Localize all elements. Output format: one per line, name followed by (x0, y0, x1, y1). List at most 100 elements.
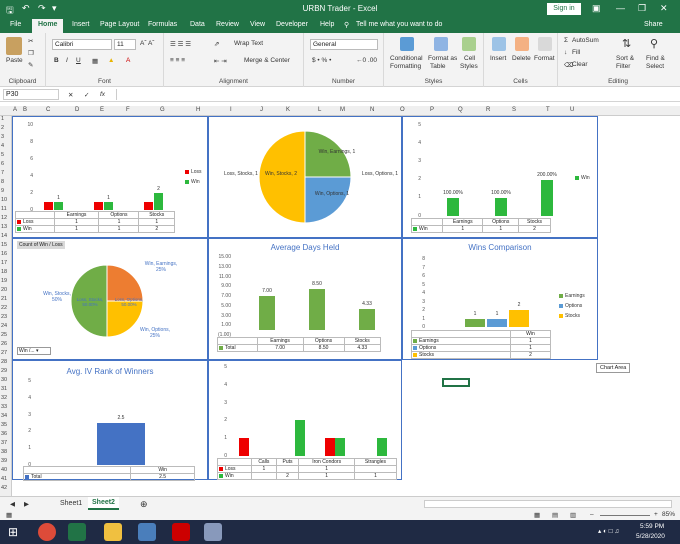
row-header[interactable]: 33 (1, 404, 7, 410)
row-header[interactable]: 36 (1, 431, 7, 437)
grow-font-icon[interactable]: Aˆ Aˇ (140, 40, 154, 47)
fx-icon[interactable]: fx (100, 91, 105, 98)
zoom-in-icon[interactable]: + (654, 511, 658, 518)
fill-icon[interactable]: ↓ (564, 49, 567, 56)
row-header[interactable]: 31 (1, 386, 7, 392)
format-cells-icon[interactable] (538, 37, 552, 51)
align-left-icon[interactable]: ≡ ≡ ≡ (170, 57, 185, 64)
column-header[interactable]: O (400, 107, 405, 113)
wrap-text-button[interactable]: Wrap Text (234, 40, 263, 47)
format-painter-icon[interactable]: ✎ (28, 61, 33, 69)
underline-button[interactable]: U (76, 57, 81, 64)
chart-avg-iv-rank[interactable]: Avg. IV Rank of Winners Win Total 2.5 5 4 3… (12, 360, 208, 481)
italic-button[interactable]: I (66, 57, 68, 64)
sort-filter-button[interactable]: Sort & (616, 55, 634, 62)
tab-data[interactable]: Data (190, 21, 205, 28)
find-select-button[interactable]: Find & (646, 55, 665, 62)
row-header[interactable]: 25 (1, 332, 7, 338)
cell-styles-button-line2[interactable]: Styles (460, 63, 478, 70)
bold-button[interactable]: B (54, 57, 59, 64)
app2-taskbar-icon[interactable] (204, 523, 222, 541)
row-header[interactable]: 17 (1, 260, 7, 266)
row-header[interactable]: 27 (1, 350, 7, 356)
insert-cells-button[interactable]: Insert (490, 55, 506, 62)
autosum-icon[interactable]: Σ (564, 37, 568, 44)
conditional-formatting-button[interactable]: Conditional (390, 55, 423, 62)
share-button[interactable]: Share (644, 21, 663, 28)
row-header[interactable]: 11 (1, 206, 7, 212)
currency-icon[interactable]: $ • % • (312, 57, 331, 64)
page-layout-view-icon[interactable]: ▤ (552, 511, 558, 519)
row-header[interactable]: 24 (1, 323, 7, 329)
conditional-formatting-icon[interactable] (400, 37, 414, 51)
delete-cells-icon[interactable] (515, 37, 529, 51)
column-header[interactable]: A (13, 107, 17, 113)
worksheet-grid[interactable]: 10 8 6 4 2 0 Loss Win Earnings Options Sto… (12, 116, 668, 496)
restore-icon[interactable]: ❐ (638, 3, 646, 14)
align-top-icon[interactable]: ☰ ☰ ☰ (170, 40, 191, 48)
column-header[interactable]: U (570, 107, 574, 113)
borders-icon[interactable]: ▦ (92, 57, 98, 65)
row-header[interactable]: 34 (1, 413, 7, 419)
number-format-select[interactable]: General (310, 39, 378, 50)
column-header[interactable]: I (230, 107, 232, 113)
clear-button[interactable]: Clear (572, 61, 588, 68)
paste-icon[interactable] (6, 37, 22, 55)
excel-taskbar-icon[interactable] (68, 523, 86, 541)
row-header[interactable]: 32 (1, 395, 7, 401)
add-sheet-icon[interactable]: ⊕ (140, 499, 148, 510)
indent-icon[interactable]: ⇤ ⇥ (214, 57, 227, 65)
row-header[interactable]: 18 (1, 269, 7, 275)
formula-input[interactable] (116, 89, 672, 100)
row-header[interactable]: 13 (1, 224, 7, 230)
format-as-table-button[interactable]: Format as (428, 55, 457, 62)
sheet-tab-sheet1[interactable]: Sheet1 (60, 500, 82, 507)
column-header[interactable]: F (126, 107, 130, 113)
row-header[interactable]: 6 (1, 161, 4, 167)
column-header[interactable]: K (286, 107, 290, 113)
horizontal-scrollbar[interactable] (424, 500, 672, 508)
tab-help[interactable]: Help (320, 21, 334, 28)
row-header[interactable]: 26 (1, 341, 7, 347)
row-header[interactable]: 1 (1, 116, 4, 122)
row-header[interactable]: 20 (1, 287, 7, 293)
scroll-right-icon[interactable]: ▶ (24, 500, 29, 508)
find-select-icon[interactable]: ⚲ (650, 37, 658, 50)
delete-cells-button[interactable]: Delete (512, 55, 531, 62)
chart-wins-comparison[interactable]: Wins Comparison Earnings Options Stocks … (402, 238, 598, 360)
chart-pivot-pie[interactable]: Count of Win / Loss Win, Earnings, 25% W… (12, 238, 208, 360)
system-tray-icons[interactable]: ▴ ◐ □ ♫ (598, 527, 619, 535)
ribbon-display-icon[interactable]: ▣ (592, 3, 601, 14)
chart-win-loss-by-type[interactable]: 10 8 6 4 2 0 Loss Win Earnings Options Sto… (12, 116, 208, 238)
row-header[interactable]: 41 (1, 476, 7, 482)
sort-filter-button-line2[interactable]: Filter (616, 63, 630, 70)
font-name-select[interactable]: Calibri (52, 39, 112, 50)
fill-button[interactable]: Fill (572, 49, 580, 56)
row-header[interactable]: 16 (1, 251, 7, 257)
name-box[interactable]: P30 (3, 89, 59, 100)
column-header[interactable]: B (23, 107, 27, 113)
scroll-left-icon[interactable]: ◀ (10, 500, 15, 508)
column-header[interactable]: T (546, 107, 550, 113)
row-header[interactable]: 23 (1, 314, 7, 320)
column-header[interactable]: J (260, 107, 263, 113)
row-header[interactable]: 38 (1, 449, 7, 455)
format-as-table-button-line2[interactable]: Table (430, 63, 446, 70)
column-header[interactable]: H (196, 107, 200, 113)
row-header[interactable]: 19 (1, 278, 7, 284)
font-size-select[interactable]: 11 (114, 39, 136, 50)
row-header[interactable]: 15 (1, 242, 7, 248)
acrobat-icon[interactable] (172, 523, 190, 541)
cell-styles-button[interactable]: Cell (464, 55, 475, 62)
merge-center-button[interactable]: Merge & Center (244, 57, 290, 64)
paste-button[interactable]: Paste (6, 57, 23, 64)
column-header[interactable]: S (512, 107, 516, 113)
tab-home[interactable]: Home (32, 19, 64, 33)
column-header[interactable]: C (46, 107, 50, 113)
format-as-table-icon[interactable] (434, 37, 448, 51)
column-header[interactable]: D (75, 107, 79, 113)
row-header[interactable]: 12 (1, 215, 7, 221)
font-color-icon[interactable]: A (126, 57, 130, 64)
sign-in-button[interactable]: Sign in (547, 3, 581, 15)
column-header[interactable]: M (340, 107, 345, 113)
